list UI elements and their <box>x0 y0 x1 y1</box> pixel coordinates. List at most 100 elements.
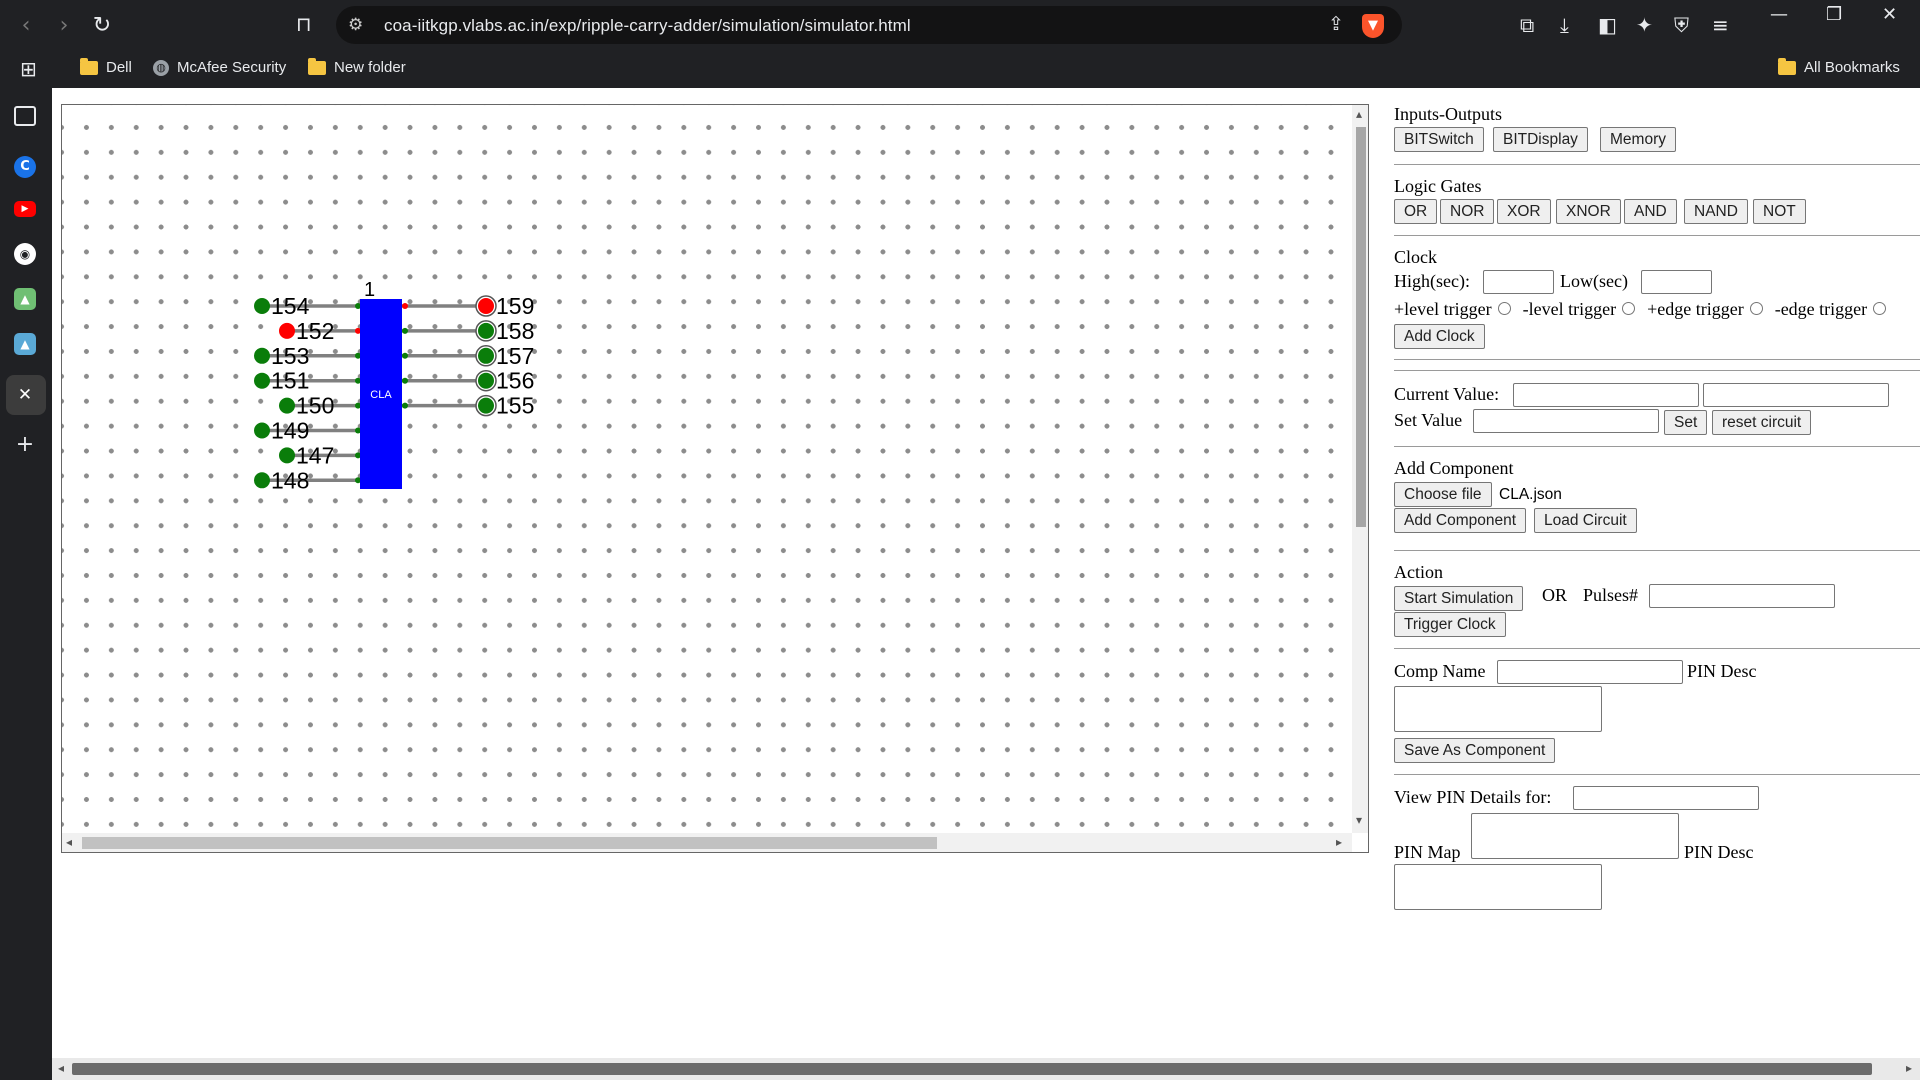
component-label: CLA <box>370 389 392 401</box>
gate-and-button[interactable]: AND <box>1624 199 1677 224</box>
canvas-horizontal-scrollbar[interactable]: ◂ ▸ <box>62 833 1352 852</box>
scroll-down-icon[interactable]: ▾ <box>1356 813 1362 827</box>
save-as-component-button[interactable]: Save As Component <box>1394 738 1556 763</box>
close-window-icon[interactable]: ✕ <box>1882 4 1897 25</box>
page-scroll-thumb[interactable] <box>72 1063 1872 1075</box>
clock-high-input[interactable] <box>1483 270 1554 294</box>
sidebar-panel-icon[interactable] <box>14 106 36 126</box>
comp-name-input[interactable] <box>1497 660 1683 684</box>
gate-nand-button[interactable]: NAND <box>1684 199 1748 224</box>
restore-icon[interactable]: ❐ <box>1826 4 1842 25</box>
scroll-right-icon[interactable]: ▸ <box>1336 835 1342 849</box>
page-scroll-right-icon[interactable]: ▸ <box>1906 1061 1912 1075</box>
trigger-minus-level-radio[interactable] <box>1622 302 1636 316</box>
gate-or-button[interactable]: OR <box>1394 199 1438 224</box>
load-circuit-button[interactable]: Load Circuit <box>1534 508 1637 533</box>
reload-icon[interactable]: ↻ <box>88 12 116 40</box>
gate-not-button[interactable]: NOT <box>1753 199 1806 224</box>
bitdisplay-button[interactable]: BITDisplay <box>1493 127 1588 152</box>
start-simulation-button[interactable]: Start Simulation <box>1394 586 1524 611</box>
view-pin-details-label: View PIN Details for: <box>1394 787 1552 807</box>
horizontal-scroll-thumb[interactable] <box>82 837 937 849</box>
brave-shields-icon[interactable]: ▼ <box>1362 14 1384 38</box>
clock-low-label: Low(sec) <box>1560 271 1628 291</box>
bookmark-icon[interactable]: ⊓ <box>296 12 312 36</box>
add-clock-button[interactable]: Add Clock <box>1394 324 1485 349</box>
bookmark-new-folder[interactable]: New folder <box>308 57 406 76</box>
divider <box>1394 370 1920 371</box>
trigger-minus-edge-radio[interactable] <box>1873 302 1887 316</box>
bitswitch-button[interactable]: BITSwitch <box>1394 127 1484 152</box>
reset-circuit-button[interactable]: reset circuit <box>1712 410 1812 435</box>
minimize-icon[interactable]: — <box>1770 4 1788 25</box>
bookmark-dell[interactable]: Dell <box>80 57 132 76</box>
memory-button[interactable]: Memory <box>1600 127 1676 152</box>
address-bar[interactable]: ⚙ coa-iitkgp.vlabs.ac.in/exp/ripple-carr… <box>336 6 1402 44</box>
bit-switch <box>279 397 295 414</box>
scroll-up-icon[interactable]: ▴ <box>1356 107 1362 121</box>
bookmark-label: New folder <box>334 59 406 76</box>
c-app-icon[interactable]: C <box>14 156 36 178</box>
site-info-icon[interactable]: ⚙ <box>348 15 363 35</box>
current-value-input[interactable] <box>1513 383 1699 407</box>
current-value-label: Current Value: <box>1394 384 1500 404</box>
github-icon[interactable]: ◉ <box>14 243 36 265</box>
trigger-plus-level-radio[interactable] <box>1497 302 1511 316</box>
current-value-input-2[interactable] <box>1703 383 1889 407</box>
forward-icon[interactable]: › <box>50 12 78 40</box>
folder-icon <box>308 57 326 75</box>
gate-xnor-button[interactable]: XNOR <box>1556 199 1621 224</box>
divider <box>1394 550 1920 551</box>
trigger-plus-edge-radio[interactable] <box>1749 302 1763 316</box>
pin-desc-textarea[interactable] <box>1394 686 1602 732</box>
output-pin <box>402 377 408 384</box>
vertical-scroll-thumb[interactable] <box>1356 127 1366 527</box>
share-icon[interactable]: ⇪ <box>1328 13 1344 35</box>
set-button[interactable]: Set <box>1664 410 1708 435</box>
bit-switch <box>254 298 270 314</box>
close-x-icon[interactable]: ✕ <box>12 382 38 408</box>
canvas-vertical-scrollbar[interactable]: ▴ ▾ <box>1352 105 1368 833</box>
vpn-shield-icon[interactable]: ⛨ <box>1674 13 1689 37</box>
pulses-input[interactable] <box>1649 584 1835 608</box>
folder-icon <box>1778 57 1796 75</box>
menu-icon[interactable]: ≡ <box>1712 13 1729 37</box>
gate-xor-button[interactable]: XOR <box>1497 199 1551 224</box>
choose-file-button[interactable]: Choose file <box>1394 482 1492 507</box>
circuit-canvas[interactable]: 154 152 153 151 150 149 147 148 159 158 157 156 155 1… <box>61 104 1369 853</box>
add-component-button[interactable]: Add Component <box>1394 508 1527 533</box>
url-text[interactable]: coa-iitkgp.vlabs.ac.in/exp/ripple-carry-… <box>384 16 911 36</box>
pulses-label: Pulses# <box>1583 585 1639 605</box>
download-icon[interactable]: ⤓ <box>1560 13 1569 37</box>
all-bookmarks[interactable]: All Bookmarks <box>1778 57 1900 76</box>
trigger-clock-button[interactable]: Trigger Clock <box>1394 612 1506 637</box>
page-scroll-left-icon[interactable]: ◂ <box>58 1061 64 1075</box>
circuit-diagram[interactable]: 154152153151150149147148 159158157156155 1… <box>62 105 1352 833</box>
clock-low-input[interactable] <box>1641 270 1712 294</box>
youtube-icon[interactable]: ▶ <box>14 201 36 217</box>
apps-grid-icon[interactable]: ⊞ <box>20 57 37 81</box>
sidebar-toggle-icon[interactable]: ◧ <box>1598 13 1617 37</box>
view-pin-details-input[interactable] <box>1573 786 1759 810</box>
set-value-label: Set Value <box>1394 410 1463 430</box>
pin-map-textarea[interactable] <box>1471 813 1679 859</box>
page-horizontal-scrollbar[interactable]: ◂ ▸ <box>52 1058 1920 1080</box>
image-app-icon[interactable]: ▲ <box>14 288 36 310</box>
divider <box>1394 774 1920 775</box>
scroll-left-icon[interactable]: ◂ <box>66 835 72 849</box>
back-icon[interactable]: ‹ <box>12 12 40 40</box>
add-icon[interactable]: + <box>12 432 38 458</box>
gate-nor-button[interactable]: NOR <box>1440 199 1495 224</box>
trigger-plus-level-label: +level trigger <box>1394 299 1492 319</box>
pin-desc-textarea-2[interactable] <box>1394 864 1602 910</box>
extensions-icon[interactable]: ⧉ <box>1520 13 1534 37</box>
switch-label: 154 <box>271 293 310 319</box>
divider <box>1394 164 1920 165</box>
action-title: Action <box>1394 562 1443 582</box>
globe-icon: ◍ <box>153 59 169 76</box>
bookmarks-bar: ⊞ Dell ◍ McAfee Security New folder All … <box>0 50 1920 88</box>
image-app-icon-2[interactable]: ▲ <box>14 333 36 355</box>
leo-ai-icon[interactable]: ✦ <box>1636 13 1653 37</box>
bookmark-mcafee[interactable]: ◍ McAfee Security <box>153 59 286 76</box>
set-value-input[interactable] <box>1473 409 1659 433</box>
